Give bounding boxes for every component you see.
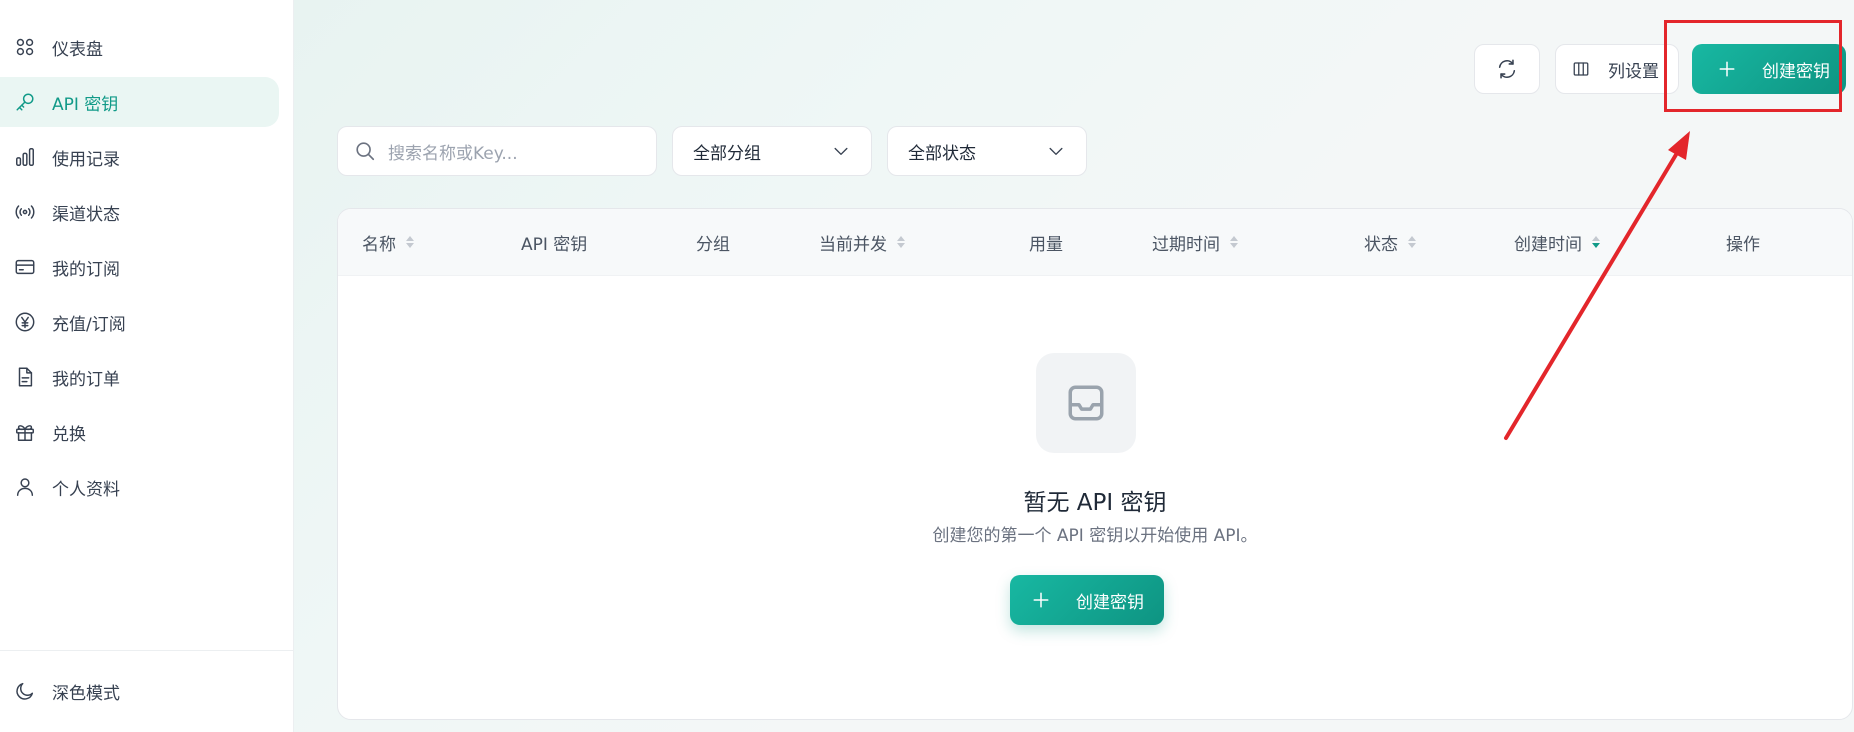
sidebar-item-orders[interactable]: 我的订单 [0, 352, 279, 402]
group-filter-select[interactable]: 全部分组 [672, 126, 872, 176]
column-header-expires[interactable]: 过期时间 [1152, 209, 1238, 275]
document-icon [12, 364, 38, 390]
search-icon [356, 142, 375, 161]
sidebar-item-label: 我的订单 [52, 369, 120, 390]
sort-icon [406, 236, 414, 248]
annotation-highlight-box [1664, 20, 1842, 112]
plus-icon [1033, 592, 1049, 608]
sidebar: 仪表盘 API 密钥 使用记录 渠道状态 我的订阅 充值/订阅 我的订单 兑换 … [0, 0, 294, 732]
sidebar-nav: 仪表盘 API 密钥 使用记录 渠道状态 我的订阅 充值/订阅 我的订单 兑换 … [0, 22, 293, 517]
inbox-icon [1036, 353, 1136, 453]
sort-icon [1408, 236, 1416, 248]
column-header-label: 用量 [1029, 234, 1063, 255]
sidebar-item-label: 个人资料 [52, 479, 120, 500]
credit-card-icon [12, 254, 38, 280]
api-keys-table: 名称 API 密钥 分组 当前并发 用量 过期时间 状态 创建时间 操作 暂无 … [337, 208, 1853, 720]
yen-coin-icon [12, 309, 38, 335]
sidebar-item-api-keys[interactable]: API 密钥 [0, 77, 279, 127]
sidebar-item-label: 我的订阅 [52, 259, 120, 280]
column-header-label: 状态 [1364, 234, 1398, 255]
sidebar-item-label: 使用记录 [52, 149, 120, 170]
user-icon [12, 474, 38, 500]
dashboard-grid-icon [12, 34, 38, 60]
sidebar-item-profile[interactable]: 个人资料 [0, 462, 279, 512]
create-key-label: 创建密钥 [1076, 592, 1144, 613]
column-settings-label: 列设置 [1608, 61, 1659, 82]
key-icon [12, 89, 38, 115]
search-input[interactable]: 搜索名称或Key... [337, 126, 657, 176]
status-filter-value: 全部状态 [908, 143, 976, 164]
column-header-api-key: API 密钥 [521, 209, 587, 275]
bar-chart-icon [12, 144, 38, 170]
sidebar-item-dashboard[interactable]: 仪表盘 [0, 22, 279, 72]
column-header-label: 分组 [696, 234, 730, 255]
sort-icon [897, 236, 905, 248]
sidebar-item-label: API 密钥 [52, 94, 119, 115]
refresh-icon [1498, 59, 1516, 79]
column-header-concurrency[interactable]: 当前并发 [819, 209, 905, 275]
column-header-created[interactable]: 创建时间 [1514, 209, 1600, 275]
empty-state-title: 暂无 API 密钥 [1023, 490, 1167, 516]
sidebar-item-channel-status[interactable]: 渠道状态 [0, 187, 279, 237]
column-header-name[interactable]: 名称 [362, 209, 414, 275]
column-header-label: 当前并发 [819, 234, 887, 255]
column-header-label: API 密钥 [521, 234, 588, 255]
sidebar-item-label: 仪表盘 [52, 39, 103, 60]
sort-icon [1592, 236, 1600, 248]
broadcast-icon [12, 199, 38, 225]
gift-icon [12, 419, 38, 445]
sidebar-item-label: 渠道状态 [52, 204, 120, 225]
empty-state-create-key-button[interactable]: 创建密钥 [1010, 575, 1164, 625]
column-header-usage: 用量 [1029, 209, 1063, 275]
column-header-label: 操作 [1726, 234, 1760, 255]
dark-mode-toggle[interactable]: 深色模式 [0, 666, 265, 716]
search-placeholder: 搜索名称或Key... [388, 143, 518, 164]
sidebar-item-subscriptions[interactable]: 我的订阅 [0, 242, 279, 292]
column-header-label: 创建时间 [1514, 234, 1582, 255]
columns-icon [1573, 62, 1589, 76]
sidebar-item-recharge[interactable]: 充值/订阅 [0, 297, 279, 347]
sidebar-divider [0, 650, 293, 651]
sidebar-item-label: 充值/订阅 [52, 314, 126, 335]
sidebar-item-label: 兑换 [52, 424, 86, 445]
status-filter-select[interactable]: 全部状态 [887, 126, 1087, 176]
column-settings-button[interactable]: 列设置 [1555, 44, 1679, 94]
column-header-group: 分组 [696, 209, 730, 275]
chevron-down-icon [834, 147, 848, 155]
sidebar-item-redeem[interactable]: 兑换 [0, 407, 279, 457]
main-content: 列设置 创建密钥 搜索名称或Key... 全部分组 全部状态 名称 API 密钥… [294, 0, 1854, 732]
column-header-label: 过期时间 [1152, 234, 1220, 255]
dark-mode-label: 深色模式 [52, 683, 120, 704]
sidebar-item-usage[interactable]: 使用记录 [0, 132, 279, 182]
empty-state-description: 创建您的第一个 API 密钥以开始使用 API。 [932, 526, 1258, 546]
chevron-down-icon [1049, 147, 1063, 155]
column-header-actions: 操作 [1726, 209, 1760, 275]
refresh-button[interactable] [1474, 44, 1540, 94]
column-header-label: 名称 [362, 234, 396, 255]
column-header-status[interactable]: 状态 [1364, 209, 1416, 275]
sort-icon [1230, 236, 1238, 248]
table-header: 名称 API 密钥 分组 当前并发 用量 过期时间 状态 创建时间 操作 [338, 209, 1852, 276]
group-filter-value: 全部分组 [693, 143, 761, 164]
moon-icon [12, 678, 38, 704]
